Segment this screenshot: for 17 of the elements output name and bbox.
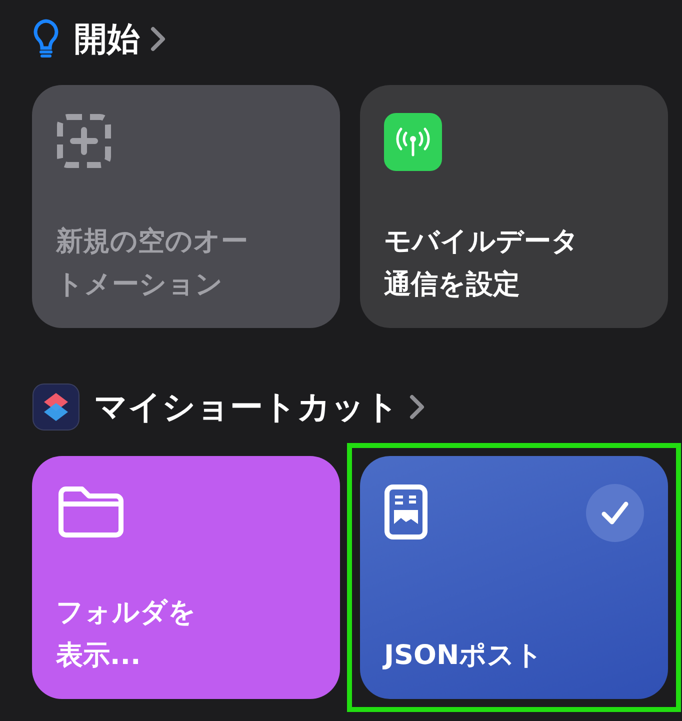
section-title[interactable]: マイショートカット <box>94 384 425 430</box>
card-label: モバイルデータ通信を設定 <box>384 225 580 302</box>
card-label: フォルダを表示... <box>56 596 197 673</box>
card-label: JSONポスト <box>384 639 544 673</box>
shortcut-card[interactable]: モバイルデータ通信を設定 <box>360 85 668 328</box>
section-title[interactable]: 開始 <box>74 16 166 62</box>
card-label: 新規の空のオートメーション <box>56 225 249 302</box>
lightbulb-icon <box>32 18 60 60</box>
folder-icon <box>56 484 126 540</box>
document-image-icon <box>384 484 428 540</box>
chevron-icon <box>150 26 166 52</box>
chevron-icon <box>409 394 425 420</box>
app-icon[interactable] <box>32 383 80 431</box>
shortcut-card[interactable]: フォルダを表示... <box>32 456 340 699</box>
antenna-icon <box>384 113 442 171</box>
shortcut-card[interactable]: JSONポスト <box>360 456 668 699</box>
dashed-plus-icon <box>56 113 112 169</box>
